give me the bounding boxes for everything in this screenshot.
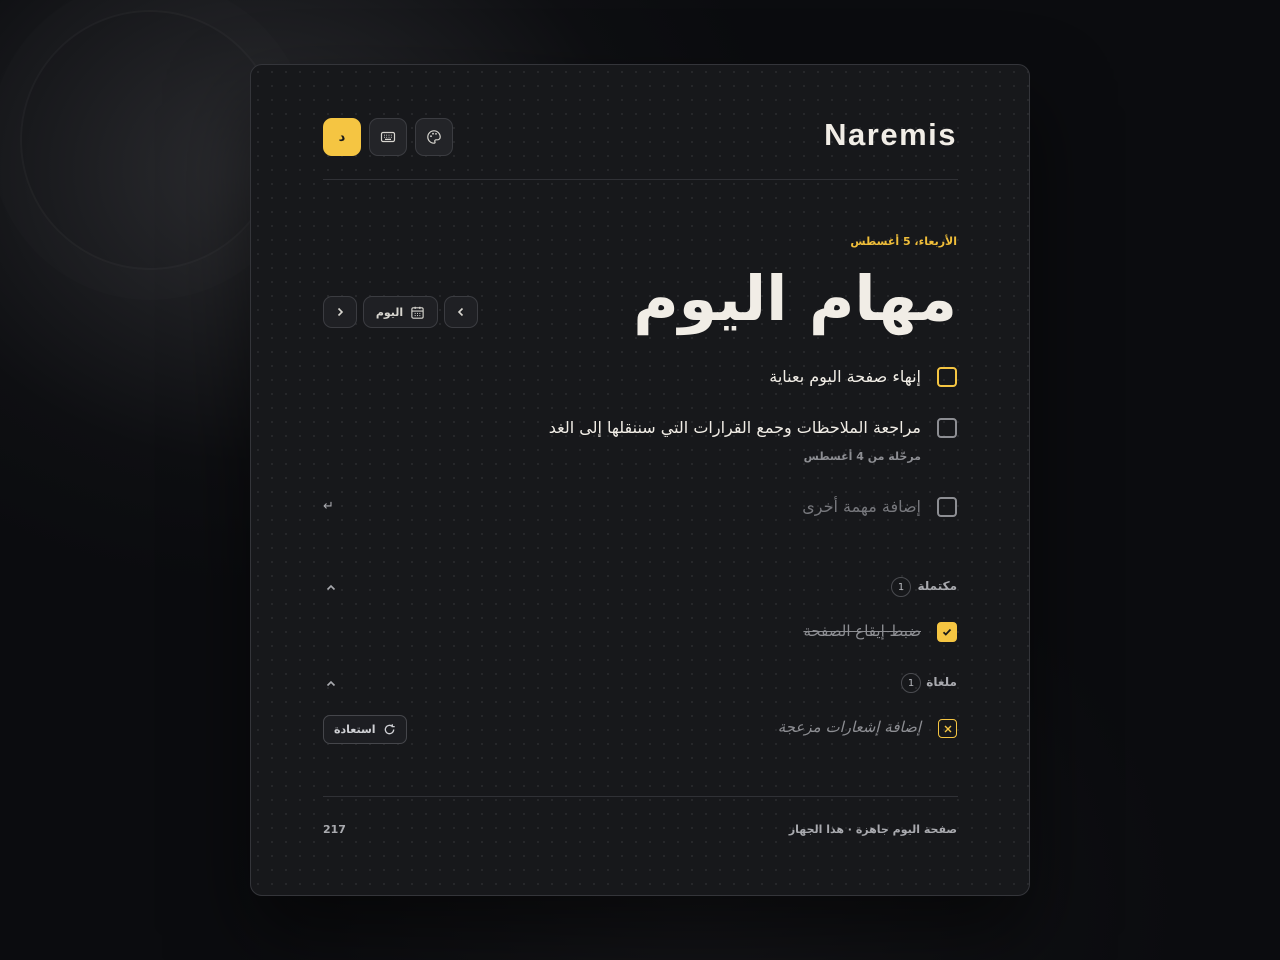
completed-task-checkbox[interactable] [937, 622, 957, 642]
page-title: مهام اليوم [633, 262, 957, 335]
task-checkbox[interactable] [937, 418, 957, 438]
chevron-left-icon [457, 307, 464, 317]
new-task-input[interactable]: إضافة مهمة أخرى [802, 497, 921, 516]
cancelled-task-text: إضافة إشعارات مزعجة [777, 718, 921, 736]
new-task-checkbox [937, 497, 957, 517]
brand-title: Naremis [824, 117, 957, 152]
next-day-button[interactable] [323, 296, 357, 328]
cancelled-task-checkbox[interactable] [938, 719, 957, 738]
check-icon [942, 628, 952, 636]
keyboard-icon [380, 131, 396, 143]
task-checkbox[interactable] [937, 367, 957, 387]
completed-task-text[interactable]: ضبط إيقاع الصفحة [803, 622, 921, 640]
task-text[interactable]: مراجعة الملاحظات وجمع القرارات التي سننق… [549, 418, 921, 437]
task-carryover-note: مرحّلة من 4 أغسطس [803, 450, 921, 463]
footer-divider [323, 796, 958, 797]
task-text[interactable]: إنهاء صفحة اليوم بعناية [769, 367, 921, 386]
keyboard-button[interactable] [369, 118, 407, 156]
chevron-up-icon [326, 584, 336, 591]
enter-hint: ↵ [323, 499, 334, 514]
chevron-right-icon [337, 307, 344, 317]
chevron-up-icon [326, 680, 336, 687]
restore-button[interactable]: استعادة [323, 715, 407, 744]
completed-count-badge: 1 [891, 577, 911, 597]
header-divider [323, 179, 958, 180]
today-button[interactable]: اليوم [363, 296, 438, 328]
footer-count: 217 [323, 823, 346, 836]
palette-icon [427, 130, 441, 144]
x-icon [944, 725, 951, 732]
background-ring [20, 10, 280, 270]
today-button-label: اليوم [375, 305, 404, 319]
cancelled-count-badge: 1 [901, 673, 921, 693]
cancelled-section-label: ملغاة [926, 675, 957, 689]
cancelled-collapse-toggle[interactable] [325, 675, 337, 694]
date-label: الأربعاء، 5 أغسطس [850, 235, 957, 248]
calendar-icon [411, 306, 424, 319]
language-button[interactable]: د [323, 118, 361, 156]
footer-status: صفحة اليوم جاهزة · هذا الجهاز [788, 823, 957, 836]
completed-collapse-toggle[interactable] [325, 579, 337, 598]
previous-day-button[interactable] [444, 296, 478, 328]
theme-button[interactable] [415, 118, 453, 156]
refresh-icon [384, 724, 395, 735]
restore-button-label: استعادة [334, 723, 376, 736]
completed-section-label: مكتملة [917, 579, 957, 593]
app-card: Naremis د الأربعاء، 5 أغسطس مهام اليوم ا… [250, 64, 1030, 896]
